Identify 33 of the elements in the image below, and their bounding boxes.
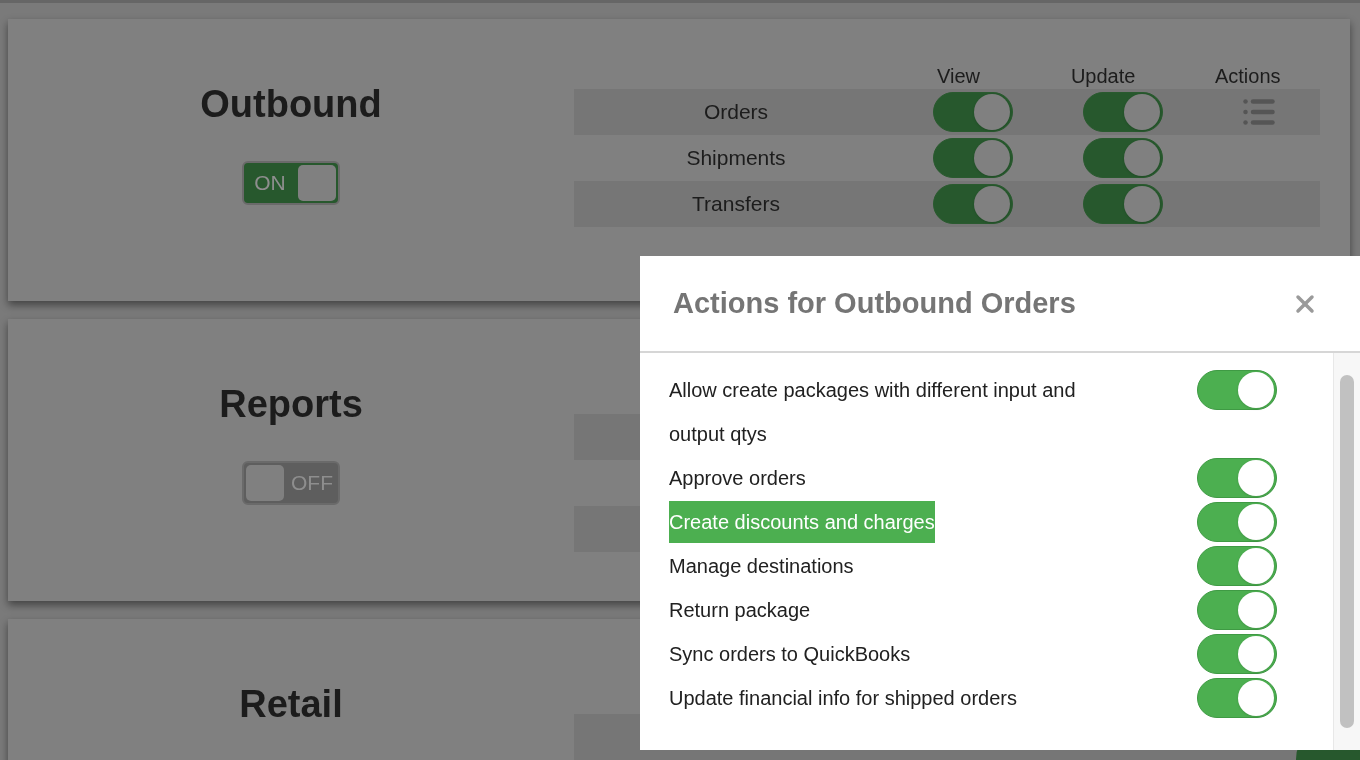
toggle-switch[interactable]	[1197, 458, 1277, 498]
toggle-switch[interactable]	[933, 92, 1013, 132]
toggle-switch[interactable]	[1197, 634, 1277, 674]
action-label: Sync orders to QuickBooks	[669, 643, 911, 665]
action-label: Update financial info for shipped orders	[669, 687, 1017, 709]
toggle-switch[interactable]	[1197, 502, 1277, 542]
row-label: Orders	[703, 99, 769, 126]
scrollbar[interactable]	[1333, 353, 1360, 750]
section-title: Outbound	[200, 82, 382, 127]
row-label: Shipments	[686, 145, 786, 172]
toggle-switch[interactable]	[1197, 546, 1277, 586]
action-label: Manage destinations	[669, 555, 854, 577]
toggle-switch[interactable]	[933, 184, 1013, 224]
column-header: View	[936, 64, 982, 89]
toggle-label: ON	[253, 170, 287, 197]
toggle-switch[interactable]	[1083, 184, 1163, 224]
toggle-switch[interactable]	[1197, 678, 1277, 718]
toggle-switch[interactable]	[1197, 590, 1277, 630]
action-label: Allow create packages with different input and output qtys	[669, 379, 1076, 445]
row-label: Transfers	[692, 191, 780, 218]
section-title: Reports	[219, 382, 363, 427]
section-title: Retail	[239, 682, 343, 727]
action-label: Return package	[669, 599, 811, 621]
toggle-switch[interactable]	[1083, 92, 1163, 132]
toggle-switch[interactable]	[1197, 370, 1277, 410]
column-header: Update	[1069, 64, 1137, 89]
toggle-switch[interactable]	[1083, 138, 1163, 178]
section-toggle[interactable]: ON	[242, 161, 340, 205]
dialog-title: Actions for Outbound Orders	[673, 285, 1076, 321]
action-label: Create discounts and charges	[669, 501, 935, 543]
column-header: Actions	[1213, 64, 1282, 89]
action-label: Approve orders	[669, 467, 806, 489]
toggle-switch[interactable]	[933, 138, 1013, 178]
